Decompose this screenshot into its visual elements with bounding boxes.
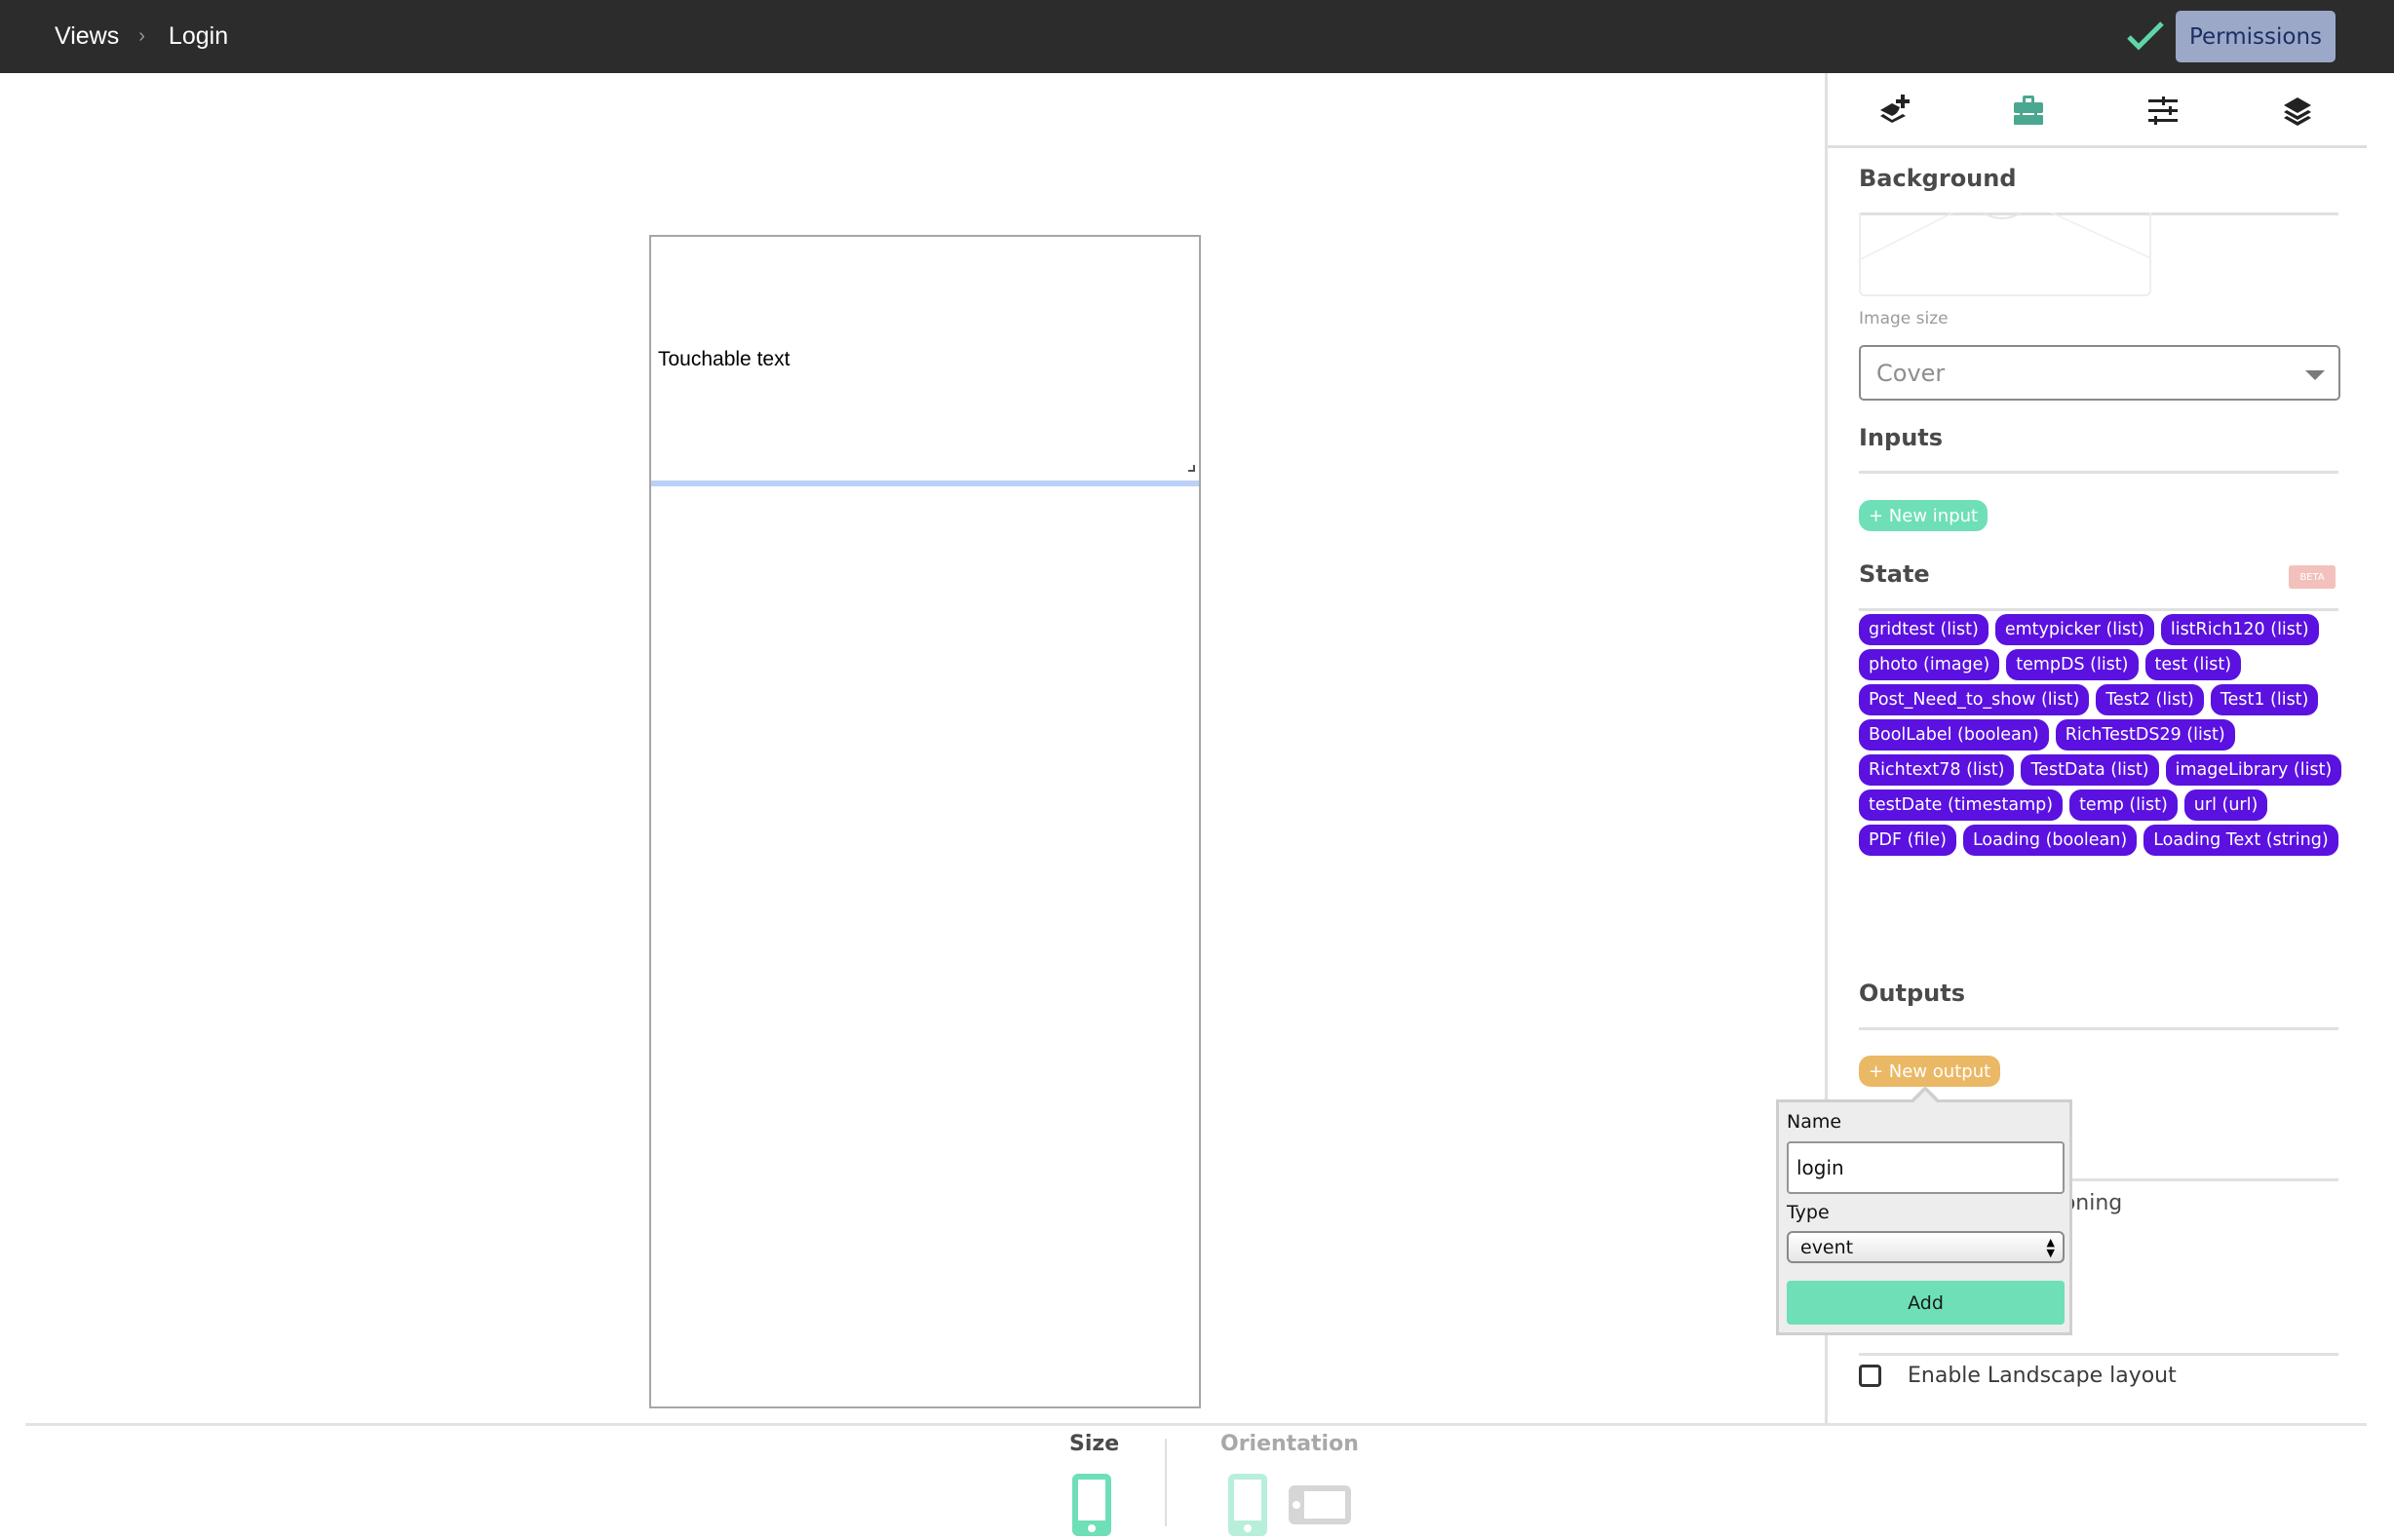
phone-size-icon[interactable] bbox=[1072, 1474, 1111, 1536]
top-header: Views › Login Permissions bbox=[0, 0, 2394, 73]
output-name-input[interactable] bbox=[1787, 1141, 2065, 1194]
landscape-icon[interactable] bbox=[1289, 1485, 1351, 1524]
state-chip[interactable]: listRich120 (list) bbox=[2160, 614, 2319, 645]
toolbar-separator bbox=[1165, 1439, 1167, 1526]
new-output-button[interactable]: + New output bbox=[1859, 1056, 2001, 1087]
state-chip[interactable]: Loading (boolean) bbox=[1962, 825, 2138, 856]
state-chip[interactable]: imageLibrary (list) bbox=[2165, 754, 2342, 786]
tab-toolbox[interactable] bbox=[2007, 89, 2050, 132]
type-label: Type bbox=[1787, 1202, 1830, 1223]
state-chip[interactable]: photo (image) bbox=[1859, 649, 2000, 680]
image-size-value: Cover bbox=[1876, 359, 1946, 387]
beta-badge: BETA bbox=[2289, 565, 2336, 589]
state-chip[interactable]: TestData (list) bbox=[2021, 754, 2159, 786]
landscape-toggle-row: Enable Landscape layout bbox=[1859, 1364, 2177, 1388]
image-size-select[interactable]: Cover bbox=[1859, 345, 2340, 401]
state-chip[interactable]: Loading Text (string) bbox=[2143, 825, 2338, 856]
divider bbox=[1859, 1027, 2338, 1030]
phone-preview: Touchable text bbox=[649, 235, 1201, 1408]
output-type-select[interactable]: event ▲ ▼ bbox=[1787, 1231, 2065, 1263]
sidebar-tabs bbox=[1828, 73, 2367, 148]
breadcrumb-login: Login bbox=[168, 22, 229, 50]
state-chip[interactable]: BoolLabel (boolean) bbox=[1859, 719, 2049, 751]
inputs-title: Inputs bbox=[1859, 424, 1944, 451]
breadcrumb-views[interactable]: Views bbox=[55, 22, 119, 51]
divider bbox=[1859, 471, 2338, 474]
state-chip[interactable]: tempDS (list) bbox=[2006, 649, 2139, 680]
state-chip[interactable]: url (url) bbox=[2183, 789, 2268, 821]
chevron-down-icon bbox=[2305, 370, 2325, 380]
divider bbox=[1859, 1353, 2338, 1356]
state-chip[interactable]: PDF (file) bbox=[1859, 825, 1956, 856]
touchable-component[interactable]: Touchable text bbox=[651, 237, 1199, 481]
drop-indicator bbox=[651, 481, 1199, 486]
touchable-text: Touchable text bbox=[658, 348, 791, 370]
landscape-label: Enable Landscape layout bbox=[1908, 1364, 2177, 1388]
breadcrumb: Views › Login bbox=[55, 0, 228, 73]
resize-handle[interactable] bbox=[1188, 465, 1195, 472]
portrait-icon[interactable] bbox=[1228, 1474, 1267, 1536]
orientation-label: Orientation bbox=[1220, 1432, 1359, 1456]
add-output-button[interactable]: Add bbox=[1787, 1281, 2065, 1325]
state-chip[interactable]: Test2 (list) bbox=[2096, 684, 2204, 715]
select-arrows-icon: ▲ ▼ bbox=[2046, 1236, 2055, 1259]
background-title: Background bbox=[1859, 165, 2017, 192]
state-chip[interactable]: temp (list) bbox=[2069, 789, 2178, 821]
state-list: gridtest (list) emtypicker (list) listRi… bbox=[1859, 614, 2346, 856]
state-chip[interactable]: Test1 (list) bbox=[2210, 684, 2319, 715]
tab-layers[interactable] bbox=[2276, 89, 2319, 132]
check-icon bbox=[2127, 21, 2164, 51]
outputs-title: Outputs bbox=[1859, 980, 1965, 1007]
new-input-button[interactable]: + New input bbox=[1859, 500, 1989, 531]
image-placeholder-icon bbox=[1861, 212, 2149, 260]
canvas-area: Touchable text bbox=[0, 73, 1825, 1424]
state-chip[interactable]: test (list) bbox=[2144, 649, 2242, 680]
landscape-checkbox[interactable] bbox=[1859, 1365, 1881, 1387]
state-chip[interactable]: testDate (timestamp) bbox=[1859, 789, 2064, 821]
name-label: Name bbox=[1787, 1111, 1842, 1133]
size-label: Size bbox=[1069, 1432, 1120, 1456]
sliders-icon bbox=[2148, 96, 2178, 125]
bottom-toolbar-divider bbox=[25, 1423, 2367, 1426]
state-chip[interactable]: Richtext78 (list) bbox=[1859, 754, 2015, 786]
state-chip[interactable]: gridtest (list) bbox=[1859, 614, 1989, 645]
breadcrumb-separator: › bbox=[138, 25, 145, 47]
toolbox-icon bbox=[2014, 96, 2043, 125]
layers-plus-icon bbox=[1880, 95, 1910, 123]
permissions-button[interactable]: Permissions bbox=[2176, 11, 2336, 62]
new-output-popover: Name Type event ▲▼ Add bbox=[1776, 1086, 2072, 1335]
tab-add-component[interactable] bbox=[1873, 89, 1915, 132]
divider bbox=[1859, 608, 2338, 611]
output-type-value: event bbox=[1800, 1236, 1854, 1258]
state-title: State bbox=[1859, 560, 1930, 588]
state-chip[interactable]: emtypicker (list) bbox=[1994, 614, 2154, 645]
tab-settings[interactable] bbox=[2142, 89, 2184, 132]
background-image-picker[interactable] bbox=[1859, 212, 2151, 296]
layers-icon bbox=[2284, 97, 2311, 126]
image-size-label: Image size bbox=[1859, 309, 1949, 328]
state-chip[interactable]: Post_Need_to_show (list) bbox=[1859, 684, 2090, 715]
popover-arrow-inner bbox=[1913, 1091, 1937, 1102]
state-chip[interactable]: RichTestDS29 (list) bbox=[2055, 719, 2235, 751]
